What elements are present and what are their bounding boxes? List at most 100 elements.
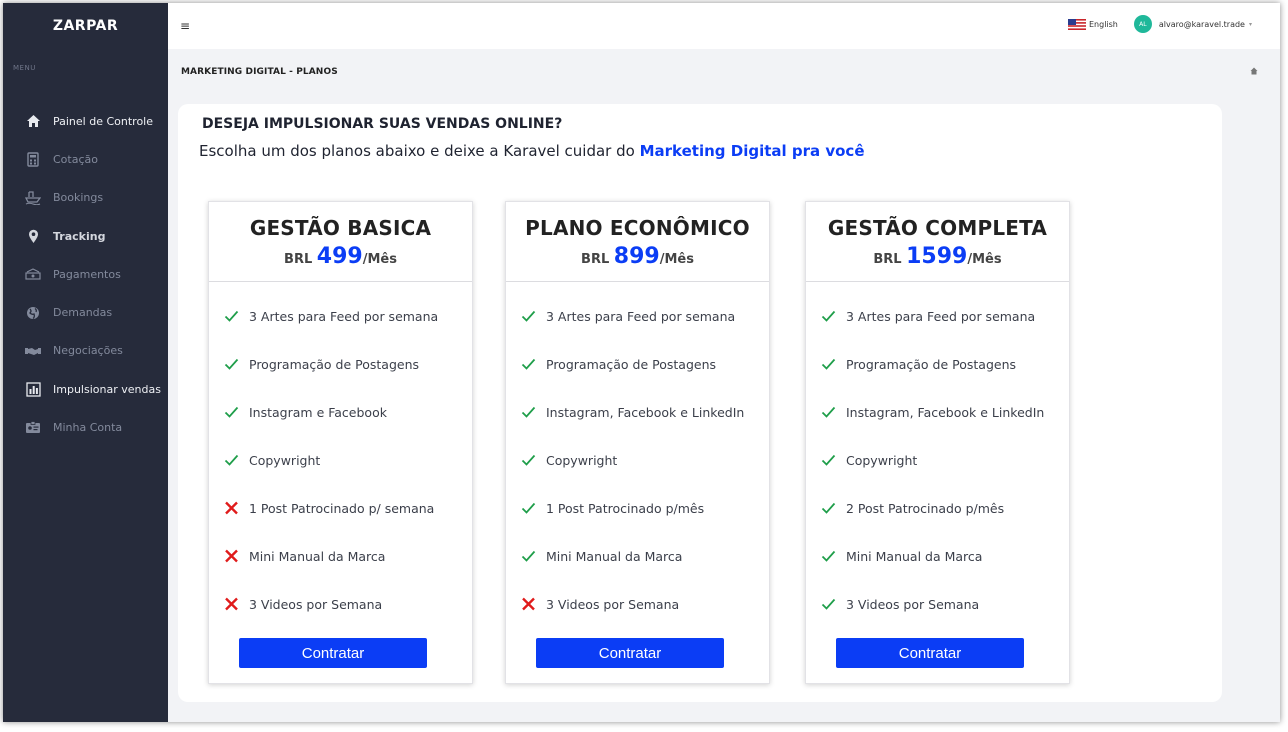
us-flag-icon[interactable]	[1067, 18, 1086, 30]
feature-text: Mini Manual da Marca	[249, 548, 386, 564]
cross-icon	[519, 596, 538, 612]
feature-item: Copywright	[519, 436, 769, 484]
subheading-text: Escolha um dos planos abaixo e deixe a K…	[199, 142, 640, 160]
cross-icon	[222, 596, 241, 612]
sidebar: ZARPAR MENU Painel de Controle Cotação B…	[3, 3, 168, 722]
hamburger-menu-icon[interactable]: ≡	[180, 19, 190, 33]
feature-text: 3 Artes para Feed por semana	[846, 308, 1036, 324]
sidebar-item-label: Painel de Controle	[53, 114, 154, 128]
sidebar-item-label: Pagamentos	[53, 267, 121, 281]
sidebar-item-label: Minha Conta	[53, 421, 123, 435]
subheading-accent: Marketing Digital pra você	[639, 142, 865, 160]
feature-item: Programação de Postagens	[222, 340, 472, 388]
handshake-icon	[25, 343, 41, 359]
feature-item: 3 Artes para Feed por semana	[519, 292, 769, 340]
plan-price: BRL 899/Mês	[506, 244, 769, 269]
sidebar-item-cotacao[interactable]: Cotação	[3, 140, 168, 178]
feature-item: Mini Manual da Marca	[519, 532, 769, 580]
check-icon	[819, 404, 838, 420]
sidebar-item-pagamentos[interactable]: Pagamentos	[3, 255, 168, 293]
feature-item: 3 Artes para Feed por semana	[222, 292, 472, 340]
sidebar-item-minha-conta[interactable]: Minha Conta	[3, 408, 168, 446]
check-icon	[519, 548, 538, 564]
avatar[interactable]: AL	[1133, 15, 1152, 33]
plans-card: DESEJA IMPULSIONAR SUAS VENDAS ONLINE? E…	[178, 104, 1222, 702]
map-marker-icon	[25, 228, 41, 244]
feature-item: 3 Videos por Semana	[819, 580, 1069, 628]
sidebar-nav: Painel de Controle Cotação Bookings Trac…	[3, 102, 168, 447]
home-icon	[25, 113, 41, 129]
feature-text: Mini Manual da Marca	[546, 548, 683, 564]
feature-text: 3 Videos por Semana	[249, 596, 383, 612]
price-period: /Mês	[362, 252, 397, 267]
money-icon	[25, 266, 41, 282]
feature-item: Programação de Postagens	[519, 340, 769, 388]
page-subheading: Escolha um dos planos abaixo e deixe a K…	[199, 142, 865, 160]
contratar-button[interactable]: Contratar	[836, 638, 1024, 668]
plan-header: GESTÃO BASICA BRL 499/Mês	[209, 202, 472, 282]
feature-text: Copywright	[846, 452, 918, 468]
sidebar-item-demandas[interactable]: Demandas	[3, 293, 168, 331]
sidebar-item-label: Cotação	[53, 152, 98, 166]
sidebar-item-label: Impulsionar vendas	[53, 382, 161, 396]
check-icon	[519, 356, 538, 372]
check-icon	[222, 452, 241, 468]
feature-text: 1 Post Patrocinado p/mês	[546, 500, 705, 516]
plan-header: GESTÃO COMPLETA BRL 1599/Mês	[806, 202, 1069, 282]
sidebar-item-label: Demandas	[53, 306, 113, 320]
language-selector[interactable]: English	[1089, 20, 1118, 29]
feature-item: 1 Post Patrocinado p/mês	[519, 484, 769, 532]
feature-text: Programação de Postagens	[846, 356, 1017, 372]
feature-list: 3 Artes para Feed por semana Programação …	[806, 292, 1069, 628]
feature-list: 3 Artes para Feed por semana Programação …	[506, 292, 769, 628]
plan-name: GESTÃO BASICA	[249, 216, 432, 240]
sidebar-item-bookings[interactable]: Bookings	[3, 179, 168, 217]
sidebar-item-label: Negociações	[53, 344, 123, 358]
check-icon	[819, 548, 838, 564]
price-currency: BRL	[284, 252, 317, 267]
sidebar-item-negociacoes[interactable]: Negociações	[3, 332, 168, 370]
sidebar-item-tracking[interactable]: Tracking	[3, 217, 168, 255]
feature-text: Instagram, Facebook e LinkedIn	[846, 404, 1045, 420]
check-icon	[222, 308, 241, 324]
feature-item: Mini Manual da Marca	[222, 532, 472, 580]
topbar: ≡ English AL alvaro@karavel.trade ▾	[168, 3, 1280, 49]
feature-item: Instagram, Facebook e LinkedIn	[819, 388, 1069, 436]
contratar-button[interactable]: Contratar	[536, 638, 724, 668]
feature-text: 1 Post Patrocinado p/ semana	[249, 500, 435, 516]
check-icon	[819, 500, 838, 516]
feature-text: Instagram e Facebook	[249, 404, 387, 420]
feature-text: Programação de Postagens	[546, 356, 717, 372]
plan-header: PLANO ECONÔMICO BRL 899/Mês	[506, 202, 769, 282]
home-breadcrumb-icon[interactable]	[1250, 67, 1258, 77]
breadcrumb: MARKETING DIGITAL - PLANOS	[181, 67, 338, 77]
feature-text: Programação de Postagens	[249, 356, 420, 372]
feature-item: Copywright	[819, 436, 1069, 484]
sidebar-item-label: Bookings	[53, 191, 104, 205]
feature-text: Mini Manual da Marca	[846, 548, 983, 564]
plan-name: PLANO ECONÔMICO	[525, 216, 750, 240]
plan-price: BRL 1599/Mês	[806, 244, 1069, 269]
sidebar-item-painel-de-controle[interactable]: Painel de Controle	[3, 102, 168, 140]
feature-item: Mini Manual da Marca	[819, 532, 1069, 580]
sidebar-item-impulsionar-vendas[interactable]: Impulsionar vendas	[3, 370, 168, 408]
chevron-down-icon[interactable]: ▾	[1249, 21, 1252, 28]
plan-card: PLANO ECONÔMICO BRL 899/Mês 3 Artes para F…	[505, 201, 770, 684]
sidebar-item-label: Tracking	[53, 229, 106, 243]
price-value: 899	[613, 244, 660, 269]
cross-icon	[222, 548, 241, 564]
check-icon	[819, 452, 838, 468]
feature-item: 3 Artes para Feed por semana	[819, 292, 1069, 340]
calculator-icon	[25, 151, 41, 167]
plan-price: BRL 499/Mês	[209, 244, 472, 269]
check-icon	[519, 308, 538, 324]
cross-icon	[222, 500, 241, 516]
feature-text: 3 Videos por Semana	[546, 596, 680, 612]
feature-item: Copywright	[222, 436, 472, 484]
user-email[interactable]: alvaro@karavel.trade	[1159, 20, 1245, 29]
bar-chart-icon	[25, 381, 41, 397]
feature-text: Instagram, Facebook e LinkedIn	[546, 404, 745, 420]
check-icon	[222, 404, 241, 420]
brand-logo[interactable]: ZARPAR	[3, 3, 168, 49]
contratar-button[interactable]: Contratar	[239, 638, 427, 668]
